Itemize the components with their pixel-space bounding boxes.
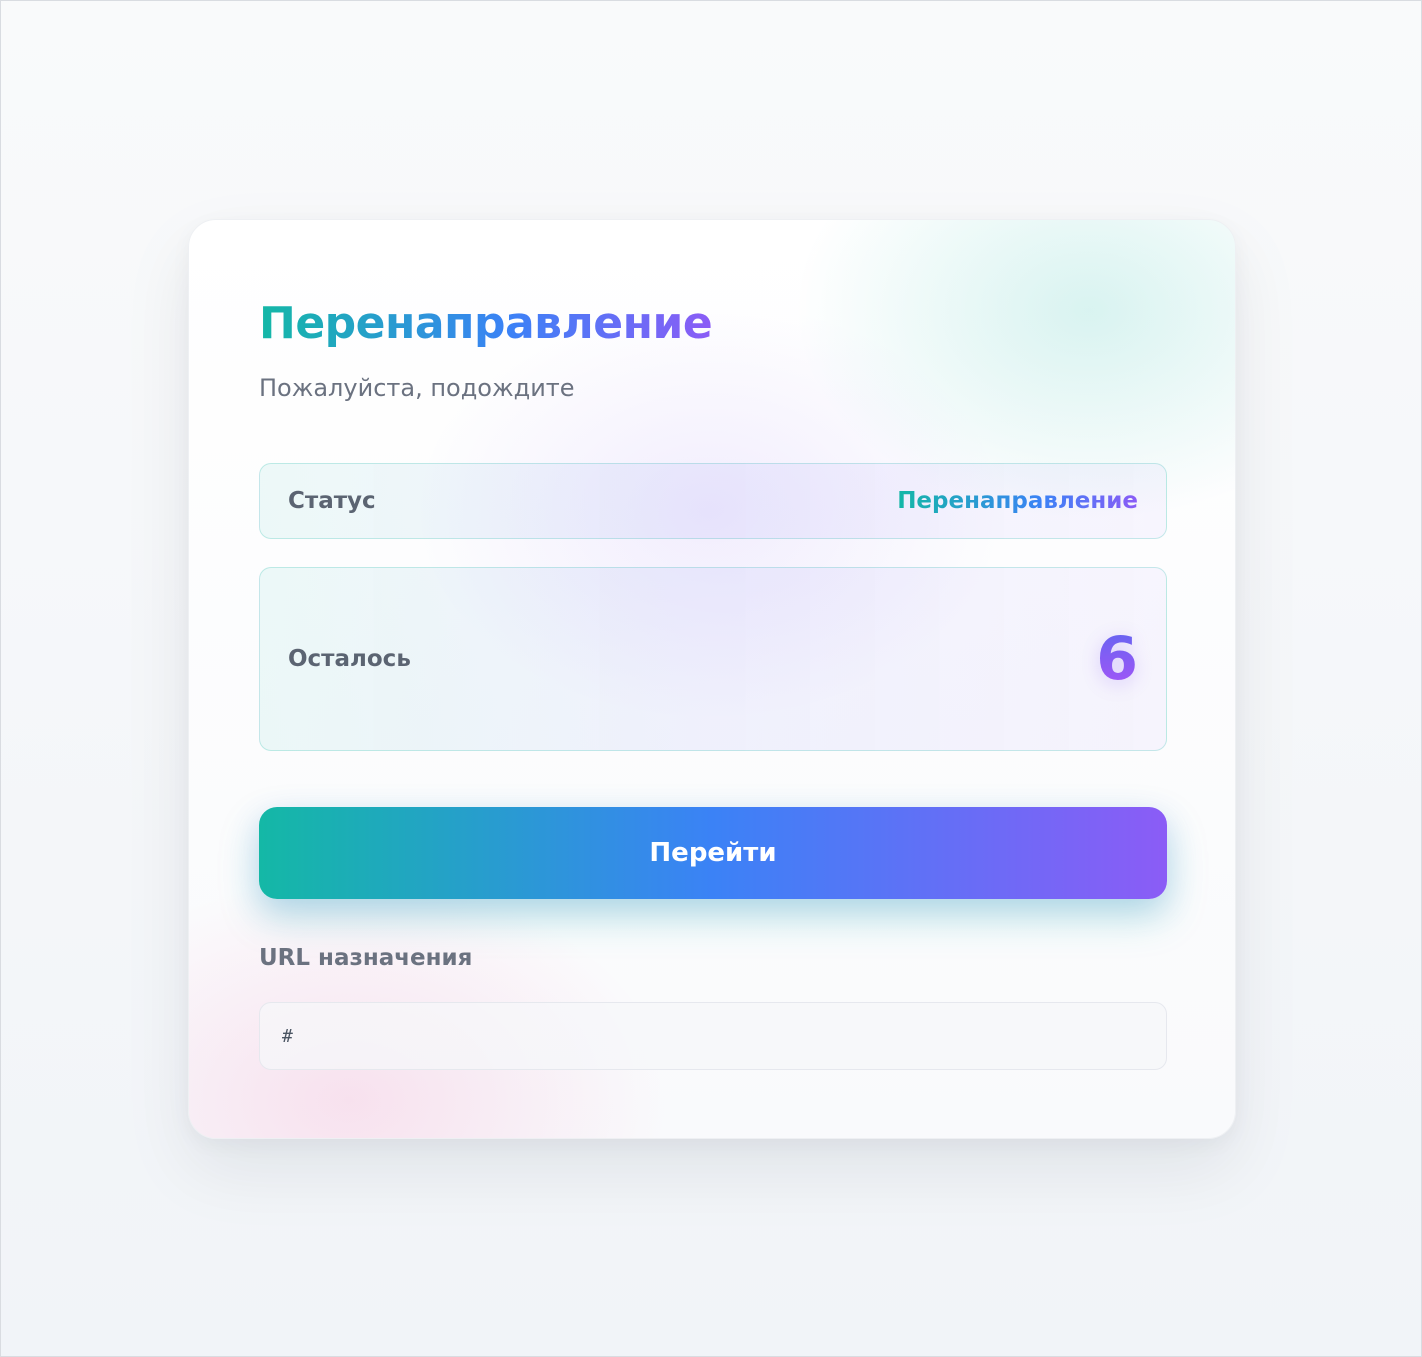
- countdown-value: 6: [1096, 624, 1138, 694]
- page-subtitle: Пожалуйста, подождите: [259, 374, 575, 402]
- destination-url-label: URL назначения: [259, 945, 473, 971]
- countdown-panel: Осталось 6: [259, 567, 1167, 751]
- page-title: Перенаправление: [259, 298, 713, 349]
- redirect-card: Перенаправление Пожалуйста, подождите Ст…: [188, 219, 1236, 1139]
- status-value: Перенаправление: [897, 488, 1138, 514]
- go-button[interactable]: Перейти: [259, 807, 1167, 899]
- status-label: Статус: [288, 488, 376, 514]
- destination-url-field[interactable]: [259, 1002, 1167, 1070]
- status-panel: Статус Перенаправление: [259, 463, 1167, 539]
- countdown-label: Осталось: [288, 646, 411, 672]
